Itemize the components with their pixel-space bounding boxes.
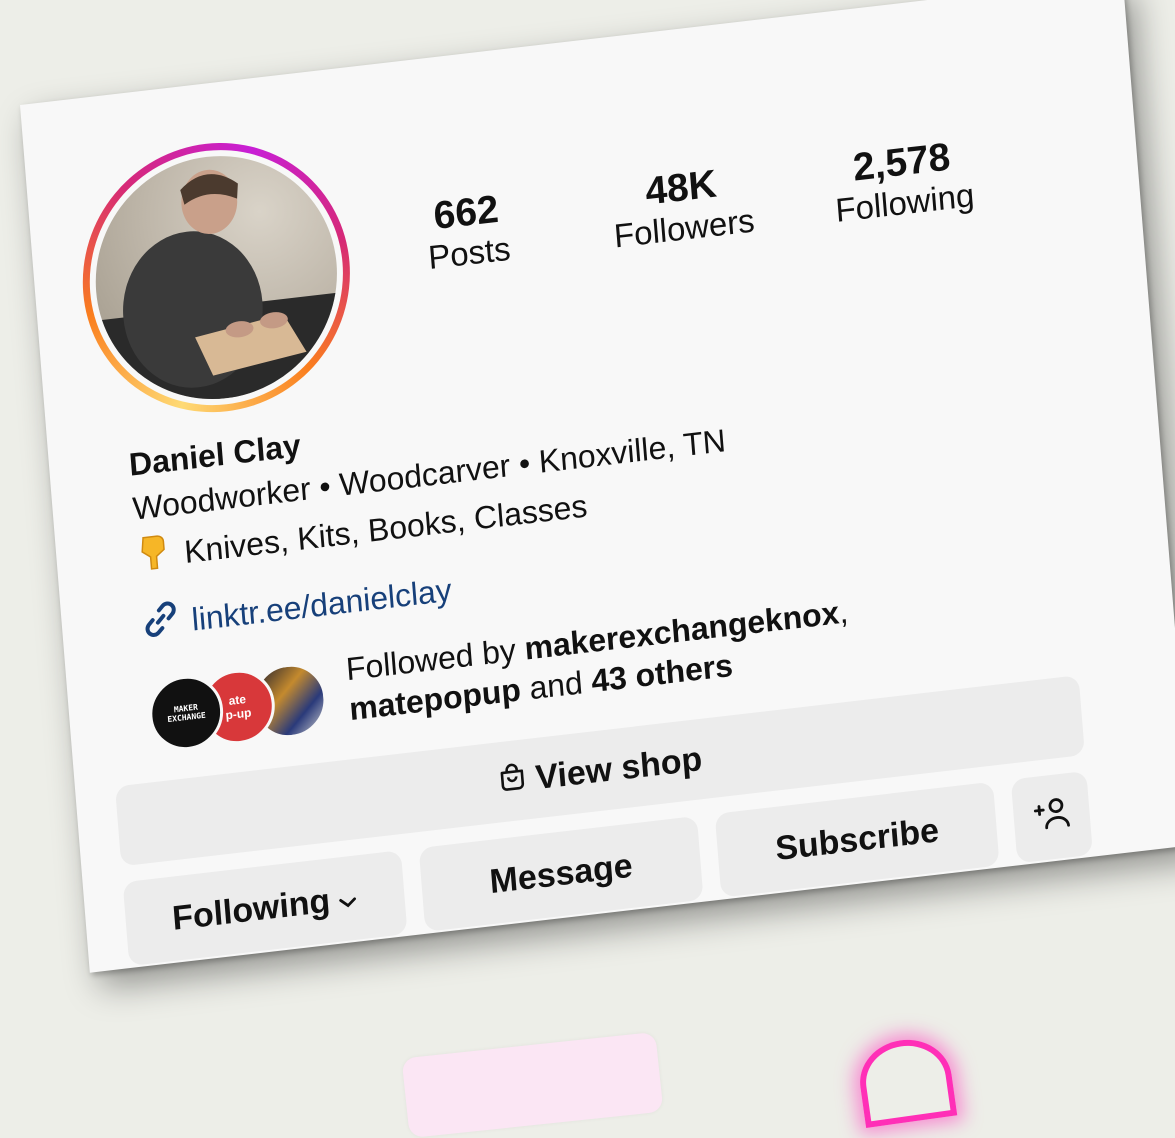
- link-icon: [140, 598, 181, 648]
- following-button-label: Following: [170, 881, 332, 938]
- woodworker-photo: [98, 169, 347, 413]
- add-user-icon: [1030, 792, 1073, 841]
- profile-avatar[interactable]: [72, 128, 361, 427]
- subscribe-button-label: Subscribe: [773, 810, 941, 868]
- link-text: linktr.ee/danielclay: [190, 571, 453, 638]
- avatar-photo: [86, 142, 347, 413]
- shopping-bag-icon: [496, 760, 529, 802]
- posts-label: Posts: [426, 229, 512, 276]
- stat-following[interactable]: 2,578 Following: [831, 134, 976, 229]
- background-pink-tab: [401, 1031, 664, 1138]
- stat-posts[interactable]: 662 Posts: [423, 188, 512, 276]
- pointing-down-hand-icon: [135, 531, 172, 581]
- background-neon-shape: [854, 1033, 958, 1129]
- message-button-label: Message: [488, 846, 634, 901]
- profile-link[interactable]: linktr.ee/danielclay: [140, 567, 453, 649]
- view-shop-label: View shop: [534, 739, 704, 797]
- chevron-down-icon: [336, 878, 359, 919]
- add-user-button[interactable]: [1010, 770, 1093, 864]
- subscribe-button[interactable]: Subscribe: [714, 781, 1000, 898]
- stat-followers[interactable]: 48K Followers: [609, 160, 756, 255]
- following-button[interactable]: Following: [122, 850, 408, 967]
- profile-card: 662 Posts 48K Followers 2,578 Following …: [20, 0, 1175, 973]
- message-button[interactable]: Message: [418, 815, 704, 932]
